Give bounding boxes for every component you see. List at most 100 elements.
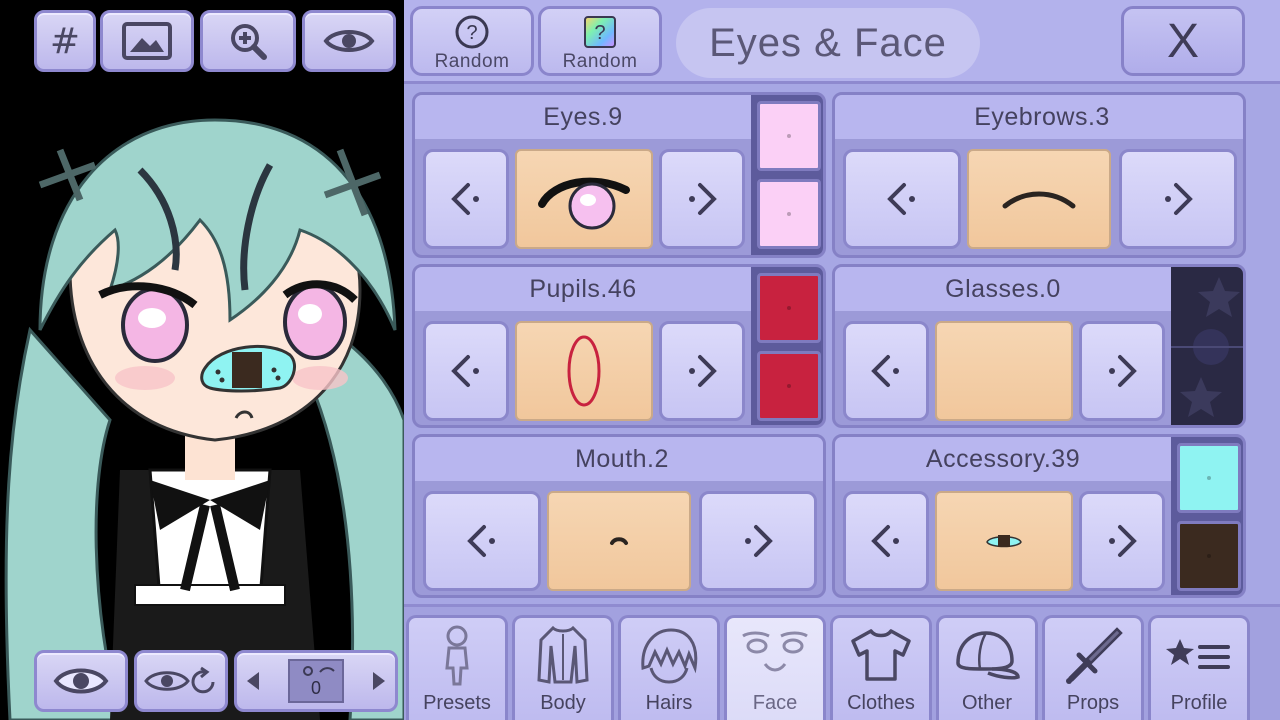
chevron-left-icon [451,183,479,215]
tab-other[interactable]: Other [936,615,1038,720]
chevron-right-icon [1165,183,1193,215]
random-all-button[interactable]: ? Random [410,6,534,76]
tab-hairs[interactable]: Hairs [618,615,720,720]
accessory-color-1[interactable] [1177,443,1241,513]
bandage-preview-art [986,535,1022,548]
chevron-left-icon [871,525,899,557]
eyebrow-preview-art [1002,191,1076,209]
mouth-preview-art [610,537,628,545]
chevron-left-icon [467,525,495,557]
header-bar: ? Random ? Random Eyes & Face X [404,0,1280,84]
eye-icon [323,30,375,52]
toggle-visibility-button[interactable] [34,650,128,712]
pose-selector[interactable]: 0 [234,650,398,712]
eye-icon [53,668,109,694]
category-tab-bar: Presets Body Hairs Face Clothes Other Pr… [404,604,1280,720]
feature-label: Eyebrows.3 [835,95,1243,139]
grid-icon: # [49,20,81,62]
body-icon [537,625,589,684]
tab-label: Other [961,692,1013,714]
prev-mouth-button[interactable] [423,491,541,591]
swatch-dot [787,134,791,138]
question-circle-icon: ? [455,15,489,49]
swatch-dot [1207,554,1211,558]
zoom-button[interactable] [200,10,296,72]
pose-next-icon[interactable] [373,672,385,690]
star-list-icon [1166,639,1230,669]
chevron-left-icon [451,355,479,387]
next-accessory-button[interactable] [1079,491,1165,591]
chevron-right-icon [745,525,773,557]
close-button[interactable]: X [1121,6,1245,76]
accessory-preview [935,491,1073,591]
chevron-right-icon [689,183,717,215]
hair-icon [641,628,698,684]
character-viewport[interactable]: # 0 [0,0,404,720]
feature-label: Glasses.0 [835,267,1171,311]
feature-card-eyebrows: Eyebrows.3 [832,92,1246,258]
editor-panel: ? Random ? Random Eyes & Face X Eyes.9 E… [404,0,1280,720]
color-random-icon: ? [584,16,616,48]
swatch-dot [787,306,791,310]
random-colors-label: Random [562,51,638,72]
accessory-color-2[interactable] [1177,521,1241,591]
glasses-preview [935,321,1073,421]
pose-counter-box: 0 [288,659,344,703]
feature-card-accessory: Accessory.39 [832,434,1246,598]
cap-icon [956,631,1020,680]
pupils-color-1[interactable] [757,273,821,343]
tab-body[interactable]: Body [512,615,614,720]
mouth-preview [547,491,691,591]
tab-props[interactable]: Props [1042,615,1144,720]
section-title: Eyes & Face [709,20,947,65]
next-pupils-button[interactable] [659,321,745,421]
reset-view-button[interactable] [134,650,228,712]
tab-clothes[interactable]: Clothes [830,615,932,720]
face-icon [742,631,808,672]
background-button[interactable] [100,10,194,72]
pose-prev-icon[interactable] [247,672,259,690]
prev-eyes-button[interactable] [423,149,509,249]
random-all-label: Random [434,51,510,72]
chevron-right-icon [1109,355,1137,387]
figure-icon [445,625,469,686]
close-label: X [1166,14,1199,68]
tab-label: Hairs [645,692,693,714]
tab-label: Body [540,692,586,714]
svg-text:?: ? [466,22,477,44]
chevron-right-icon [1109,525,1137,557]
character-illustration[interactable] [0,0,404,720]
pupils-preview [515,321,653,421]
feature-label: Mouth.2 [415,437,823,481]
next-eyes-button[interactable] [659,149,745,249]
tab-profile[interactable]: Profile [1148,615,1250,720]
prev-glasses-button[interactable] [843,321,929,421]
next-mouth-button[interactable] [699,491,817,591]
feature-label: Pupils.46 [415,267,751,311]
next-glasses-button[interactable] [1079,321,1165,421]
eyes-color-2[interactable] [757,179,821,249]
chevron-left-icon [887,183,915,215]
chevron-right-icon [689,355,717,387]
prev-eyebrows-button[interactable] [843,149,961,249]
tab-presets[interactable]: Presets [406,615,508,720]
glasses-color-column [1171,267,1243,425]
eye-preview-art [538,177,630,230]
prev-accessory-button[interactable] [843,491,929,591]
next-eyebrows-button[interactable] [1119,149,1237,249]
swatch-dot [787,384,791,388]
eyes-color-1[interactable] [757,101,821,171]
section-title-pill: Eyes & Face [676,8,980,78]
svg-text:?: ? [594,22,605,44]
grid-toggle-button[interactable]: # [34,10,96,72]
tab-face[interactable]: Face [724,615,826,720]
pupils-color-2[interactable] [757,351,821,421]
prev-pupils-button[interactable] [423,321,509,421]
feature-card-glasses: Glasses.0 [832,264,1246,428]
tab-label: Props [1066,692,1120,714]
preview-eye-button[interactable] [302,10,396,72]
random-colors-button[interactable]: ? Random [538,6,662,76]
feature-card-eyes: Eyes.9 [412,92,826,258]
sword-icon [1066,627,1123,684]
star-pattern [1171,277,1243,417]
